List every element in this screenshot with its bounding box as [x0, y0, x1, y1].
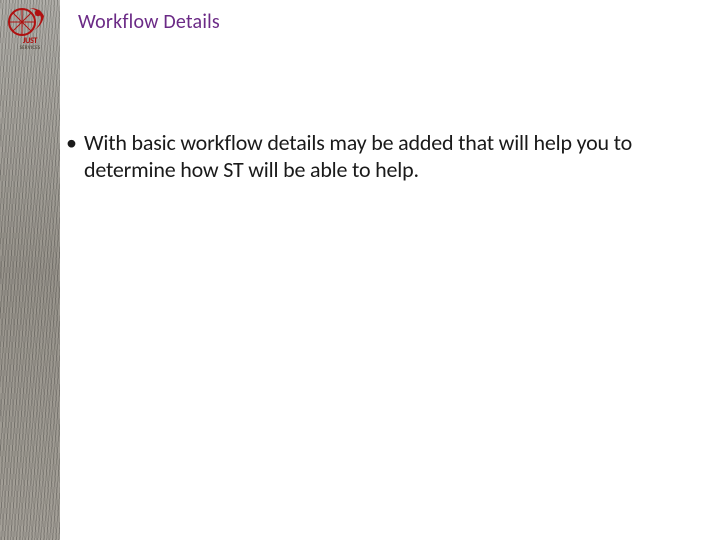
slide-title: Workflow Details: [78, 10, 220, 34]
bullet-text: With basic workflow details may be added…: [84, 130, 690, 184]
bullet-dot-icon: •: [66, 130, 84, 157]
logo-mark-icon: [8, 5, 52, 39]
bullet-item: • With basic workflow details may be add…: [66, 130, 690, 184]
logo-subtext: SERVICES: [20, 45, 41, 51]
logo-text: JUST: [23, 37, 37, 45]
brand-logo: JUST SERVICES: [4, 2, 56, 54]
slide-body: • With basic workflow details may be add…: [66, 130, 690, 184]
sidebar-texture: [0, 0, 60, 540]
